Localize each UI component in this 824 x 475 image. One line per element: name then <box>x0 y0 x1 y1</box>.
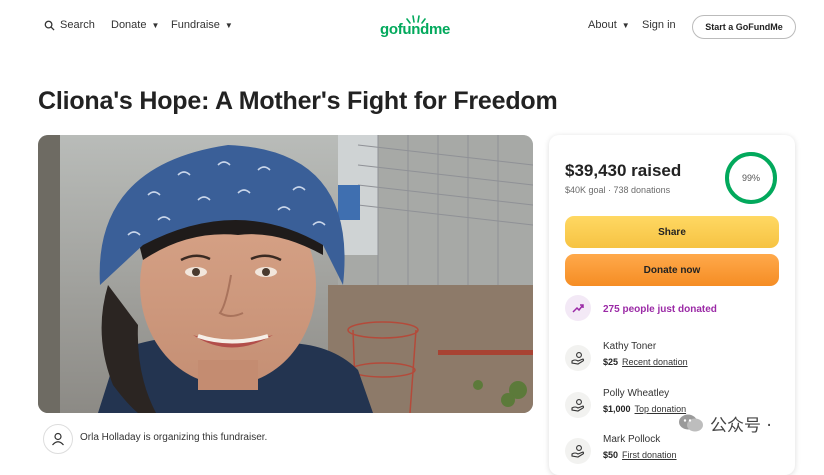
search-nav[interactable]: Search <box>44 19 95 31</box>
chevron-down-icon: ▼ <box>224 20 233 30</box>
wechat-watermark: 公众号 · <box>678 410 824 436</box>
donation-hand-icon <box>565 438 591 464</box>
chevron-down-icon: ▼ <box>151 20 160 30</box>
donation-item: Kathy Toner $25 Recent donation <box>565 341 785 377</box>
amount-raised: $39,430 raised <box>565 161 682 180</box>
user-icon <box>52 432 64 446</box>
logo-text: gofundme <box>380 21 451 38</box>
donation-amount-line: $25 Recent donation <box>603 357 688 367</box>
donation-hand-icon <box>565 392 591 418</box>
fundraise-menu[interactable]: Fundraise ▼ <box>171 19 233 31</box>
wechat-icon <box>679 414 703 432</box>
watermark-text: 公众号 · <box>710 415 772 436</box>
progress-percent-label: 99% <box>741 173 760 183</box>
donation-amount-line: $1,000 Top donation <box>603 404 686 414</box>
donate-now-button[interactable]: Donate now <box>565 254 779 286</box>
hero-photo <box>38 135 533 413</box>
donation-amount: $1,000 <box>603 404 631 414</box>
organizer-avatar[interactable] <box>43 424 73 454</box>
about-menu-label: About <box>588 19 617 31</box>
fundraiser-hero-image[interactable] <box>38 135 533 413</box>
organizer-text: Orla Holladay is organizing this fundrai… <box>80 432 268 443</box>
donation-amount: $25 <box>603 357 619 367</box>
trending-icon <box>565 295 591 321</box>
goal-and-count: $40K goal · 738 donations <box>565 185 671 195</box>
donation-hand-icon <box>565 345 591 371</box>
search-label: Search <box>60 19 95 31</box>
donation-tag-link[interactable]: First donation <box>622 450 677 460</box>
page-title: Cliona's Hope: A Mother's Fight for Free… <box>38 87 558 115</box>
fundraise-menu-label: Fundraise <box>171 19 220 31</box>
start-gofundme-button[interactable]: Start a GoFundMe <box>692 15 796 39</box>
donation-tag-link[interactable]: Recent donation <box>622 357 688 367</box>
share-button[interactable]: Share <box>565 216 779 248</box>
donate-menu[interactable]: Donate ▼ <box>111 19 159 31</box>
search-icon <box>44 20 55 31</box>
donate-menu-label: Donate <box>111 19 147 31</box>
top-nav: Search Donate ▼ Fundraise ▼ gofundme Abo… <box>0 0 824 54</box>
donation-amount: $50 <box>603 450 619 460</box>
about-menu[interactable]: About ▼ <box>588 19 630 31</box>
chevron-down-icon: ▼ <box>621 20 630 30</box>
recent-donors-count: 275 people just donated <box>603 304 717 315</box>
gofundme-logo[interactable]: gofundme <box>380 14 454 40</box>
donor-name: Mark Pollock <box>603 434 661 445</box>
donor-name: Polly Wheatley <box>603 388 670 399</box>
donor-name: Kathy Toner <box>603 341 657 352</box>
donation-amount-line: $50 First donation <box>603 450 677 460</box>
sign-in-link[interactable]: Sign in <box>642 19 676 31</box>
